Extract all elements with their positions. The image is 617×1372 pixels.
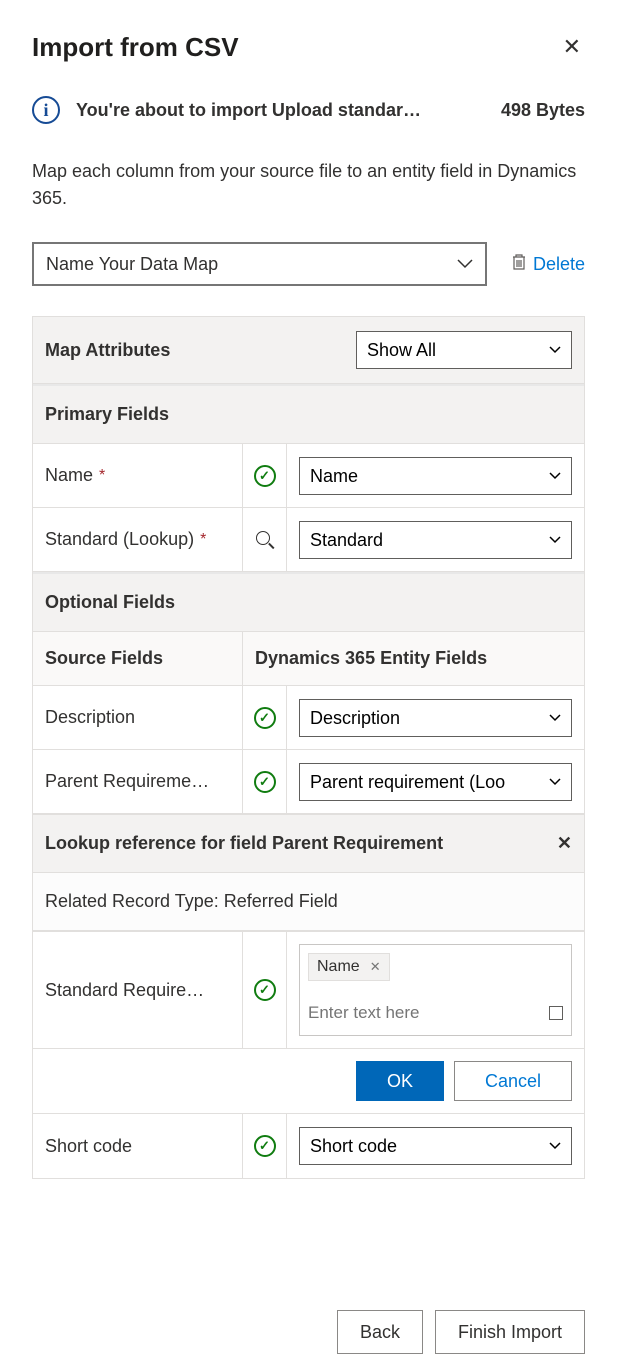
lookup-header-label: Lookup reference for field Parent Requir… — [45, 833, 443, 854]
field-select-name[interactable]: Name — [299, 457, 572, 495]
footer: Back Finish Import — [337, 1310, 585, 1354]
field-row-parent-requirement: Parent Requireme… ✓ Parent requirement (… — [33, 750, 584, 814]
data-map-name: Name Your Data Map — [46, 254, 218, 275]
source-fields-header: Source Fields — [33, 632, 243, 685]
lookup-text-input[interactable] — [308, 999, 537, 1027]
field-row-standard-requirement: Standard Require… ✓ Name ✕ — [33, 932, 584, 1049]
check-icon: ✓ — [254, 771, 276, 793]
lookup-tag: Name ✕ — [308, 953, 390, 981]
remove-tag-icon[interactable]: ✕ — [370, 959, 381, 975]
required-indicator: * — [99, 467, 105, 485]
data-map-select[interactable]: Name Your Data Map — [32, 242, 487, 286]
check-icon: ✓ — [254, 979, 276, 1001]
field-select-standard[interactable]: Standard — [299, 521, 572, 559]
panel-description: Map each column from your source file to… — [32, 158, 585, 212]
check-icon: ✓ — [254, 707, 276, 729]
required-indicator: * — [200, 531, 206, 549]
info-size: 498 Bytes — [501, 100, 585, 121]
import-panel: Import from CSV ✕ i You're about to impo… — [0, 0, 617, 1179]
field-label: Name — [45, 465, 93, 486]
close-icon[interactable]: ✕ — [559, 30, 585, 64]
search-icon — [256, 531, 274, 549]
close-icon[interactable]: ✕ — [557, 833, 572, 854]
field-label: Short code — [45, 1136, 132, 1157]
info-icon: i — [32, 96, 60, 124]
back-button[interactable]: Back — [337, 1310, 423, 1354]
mapping-grid: Map Attributes Show All Primary Fields N… — [32, 316, 585, 1179]
check-icon: ✓ — [254, 465, 276, 487]
ok-button[interactable]: OK — [356, 1061, 444, 1101]
field-label: Standard Require… — [45, 980, 204, 1001]
field-label: Standard (Lookup) — [45, 529, 194, 550]
tag-label: Name — [317, 958, 360, 976]
field-select-short-code[interactable]: Short code — [299, 1127, 572, 1165]
lookup-subheader: Related Record Type: Referred Field — [33, 872, 584, 931]
panel-title: Import from CSV — [32, 32, 239, 63]
finish-import-button[interactable]: Finish Import — [435, 1310, 585, 1354]
map-attributes-label: Map Attributes — [45, 340, 170, 361]
lookup-reference-section: Lookup reference for field Parent Requir… — [33, 814, 584, 932]
field-row-description: Description ✓ Description — [33, 686, 584, 750]
field-row-standard: Standard (Lookup) * Standard — [33, 508, 584, 572]
field-label: Parent Requireme… — [45, 771, 209, 792]
info-message: You're about to import Upload standar… — [76, 100, 485, 121]
field-select-description[interactable]: Description — [299, 699, 572, 737]
delete-map-button[interactable]: Delete — [511, 253, 585, 276]
field-row-short-code: Short code ✓ Short code — [33, 1114, 584, 1178]
primary-fields-header: Primary Fields — [33, 384, 584, 444]
delete-label: Delete — [533, 254, 585, 275]
chevron-down-icon — [457, 256, 473, 272]
field-select-parent-requirement[interactable]: Parent requirement (Loo — [299, 763, 572, 801]
trash-icon — [511, 253, 527, 276]
field-label: Description — [45, 707, 135, 728]
filter-select[interactable]: Show All — [356, 331, 572, 369]
optional-fields-header: Optional Fields — [33, 572, 584, 632]
field-row-name: Name * ✓ Name — [33, 444, 584, 508]
check-icon: ✓ — [254, 1135, 276, 1157]
expand-icon[interactable] — [549, 1006, 563, 1020]
entity-fields-header: Dynamics 365 Entity Fields — [243, 632, 584, 685]
lookup-multi-select[interactable]: Name ✕ — [299, 944, 572, 1036]
cancel-button[interactable]: Cancel — [454, 1061, 572, 1101]
